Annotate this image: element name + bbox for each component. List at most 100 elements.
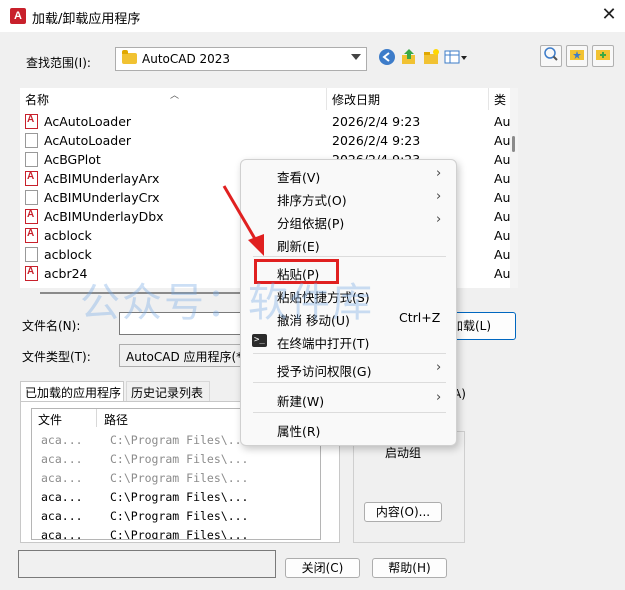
menu-item-label: 撤消 移动(U) [277, 313, 350, 328]
back-icon[interactable] [376, 48, 398, 70]
contents-button[interactable]: 内容(O)... [364, 502, 442, 522]
close-window-icon[interactable]: ✕ [598, 4, 620, 26]
autocad-file-icon [25, 228, 38, 243]
loaded-app-row[interactable]: aca... C:\Program Files\... [32, 488, 320, 507]
loaded-app-file: aca... [41, 528, 83, 540]
file-type: Au [494, 133, 510, 148]
file-name: AcBIMUnderlayCrx [44, 190, 160, 205]
column-date-header[interactable]: 修改日期 [332, 91, 380, 108]
menu-item-undo-move[interactable]: 撤消 移动(U) Ctrl+Z [241, 307, 458, 329]
filename-input[interactable] [119, 312, 243, 335]
file-name: AcBIMUnderlayDbx [44, 209, 164, 224]
menu-item-shortcut: Ctrl+Z [399, 310, 441, 325]
lookin-combo[interactable]: AutoCAD 2023 [115, 47, 367, 71]
lookin-value: AutoCAD 2023 [142, 52, 231, 66]
menu-item-properties[interactable]: 属性(R) [241, 418, 458, 440]
file-type: Au [494, 190, 510, 205]
file-type: Au [494, 114, 510, 129]
tab-history-list[interactable]: 历史记录列表 [126, 381, 210, 401]
startup-group: 启动组 内容(O)... [353, 431, 465, 543]
file-row[interactable]: AcAutoLoader 2026/2/4 9:23 Au [20, 112, 510, 131]
loaded-app-path: C:\Program Files\... [110, 433, 249, 447]
file-type: Au [494, 171, 510, 186]
paste-highlight-box [254, 259, 339, 284]
file-list-vscrollbar[interactable] [510, 88, 518, 288]
menu-item-open-in-terminal[interactable]: >_ 在终端中打开(T) [241, 330, 458, 352]
file-name: AcAutoLoader [44, 133, 132, 148]
tab-loaded-apps[interactable]: 已加载的应用程序 [20, 381, 124, 401]
startup-group-title: 启动组 [385, 446, 422, 460]
autocad-file-icon [25, 114, 38, 129]
title-bar: A 加载/卸载应用程序 ✕ [0, 0, 625, 32]
add-favorite-icon[interactable] [592, 45, 614, 67]
file-type: Au [494, 228, 510, 243]
menu-item-label: 授予访问权限(G) [277, 364, 372, 379]
menu-item-label: 分组依据(P) [277, 216, 345, 231]
loaded-app-file: aca... [41, 433, 83, 447]
menu-item-label: 刷新(E) [277, 239, 320, 254]
column-name-header[interactable]: 名称 [25, 91, 49, 108]
column-type-header[interactable]: 类 [494, 91, 506, 108]
chevron-right-icon: › [436, 166, 442, 181]
file-icon [25, 133, 38, 148]
new-folder-icon[interactable] [420, 48, 442, 70]
menu-separator [253, 382, 446, 383]
loaded-app-row[interactable]: aca... C:\Program Files\... [32, 469, 320, 488]
menu-item-label: 在终端中打开(T) [277, 336, 370, 351]
file-name: AcBGPlot [44, 152, 101, 167]
filetype-combo[interactable]: AutoCAD 应用程序(*. [119, 344, 246, 367]
menu-item-label: 排序方式(O) [277, 193, 347, 208]
loaded-app-row[interactable]: aca... C:\Program Files\... [32, 450, 320, 469]
menu-item-view[interactable]: 查看(V) › [241, 164, 458, 186]
menu-item-sort-by[interactable]: 排序方式(O) › [241, 187, 458, 209]
filename-label: 文件名(N): [22, 319, 81, 333]
menu-item-give-access[interactable]: 授予访问权限(G) › [241, 358, 458, 380]
loaded-app-row[interactable]: aca... C:\Program Files\... [32, 507, 320, 526]
menu-separator [253, 256, 446, 257]
file-row[interactable]: AcAutoLoader 2026/2/4 9:23 Au [20, 131, 510, 150]
views-menu-icon[interactable] [442, 48, 470, 70]
file-type: Au [494, 247, 510, 262]
menu-item-refresh[interactable]: 刷新(E) [241, 233, 458, 255]
chevron-right-icon: › [436, 390, 442, 405]
folder-icon [122, 50, 137, 64]
menu-item-group-by[interactable]: 分组依据(P) › [241, 210, 458, 232]
close-button[interactable]: 关闭(C) [285, 558, 360, 578]
autocad-file-icon [25, 266, 38, 281]
file-date: 2026/2/4 9:23 [332, 114, 421, 129]
file-type: Au [494, 152, 510, 167]
file-icon [25, 247, 38, 262]
menu-separator [253, 353, 446, 354]
loaded-app-file: aca... [41, 509, 83, 523]
loaded-app-path: C:\Program Files\... [110, 452, 249, 466]
loaded-app-file: aca... [41, 471, 83, 485]
help-button[interactable]: 帮助(H) [372, 558, 447, 578]
loaded-app-path: C:\Program Files\... [110, 471, 249, 485]
favorites-icon[interactable] [566, 45, 588, 67]
autocad-app-icon: A [10, 8, 26, 24]
sort-up-icon: ︿ [170, 91, 180, 101]
chevron-right-icon: › [436, 212, 442, 227]
loaded-app-row[interactable]: aca... C:\Program Files\... [32, 526, 320, 540]
file-date: 2026/2/4 9:23 [332, 133, 421, 148]
web-search-icon[interactable] [540, 45, 562, 67]
window-title: 加载/卸载应用程序 [32, 12, 141, 27]
loaded-app-path: C:\Program Files\... [110, 528, 249, 540]
menu-item-new[interactable]: 新建(W) › [241, 388, 458, 410]
file-name: acblock [44, 228, 92, 243]
autocad-file-icon [25, 171, 38, 186]
file-name: AcAutoLoader [44, 114, 132, 129]
autocad-file-icon [25, 209, 38, 224]
loaded-app-path: C:\Program Files\... [110, 509, 249, 523]
chevron-right-icon: › [436, 360, 442, 375]
lookin-label: 查找范围(I): [26, 56, 91, 70]
up-folder-icon[interactable] [398, 48, 420, 70]
menu-item-label: 查看(V) [277, 170, 321, 185]
load-button[interactable]: 加载(L) [450, 312, 516, 340]
file-icon [25, 190, 38, 205]
menu-item-label: 新建(W) [277, 394, 325, 409]
loaded-app-file: aca... [41, 452, 83, 466]
column-file-header[interactable]: 文件 [38, 411, 62, 428]
menu-item-paste-shortcut[interactable]: 粘贴快捷方式(S) [241, 284, 458, 306]
column-path-header[interactable]: 路径 [104, 411, 128, 428]
